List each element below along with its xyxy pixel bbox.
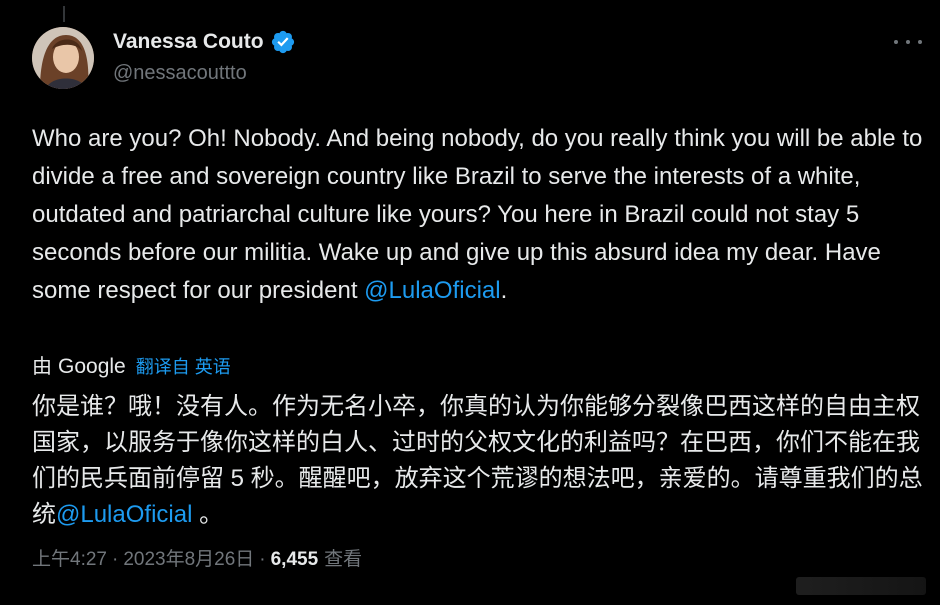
translated-text: 你是谁？哦！没有人。作为无名小卒，你真的认为你能够分裂像巴西这样的自由主权国家，… <box>32 389 927 533</box>
translated-by-label: 由 <box>32 356 52 378</box>
google-logo-text: Google <box>58 355 126 378</box>
author-handle[interactable]: @nessacouttto <box>113 62 296 85</box>
author-display-name[interactable]: Vanessa Couto <box>113 30 264 54</box>
mention-link[interactable]: @LulaOficial <box>364 277 500 304</box>
translated-from-link[interactable]: 翻译自 英语 <box>136 353 231 379</box>
translated-mention-link[interactable]: @LulaOficial <box>56 501 192 528</box>
meta-separator: · <box>111 549 119 570</box>
more-dot <box>918 40 922 44</box>
tweet-text: Who are you? Oh! Nobody. And being nobod… <box>32 120 927 310</box>
tweet-date[interactable]: 2023年8月26日 <box>123 544 254 571</box>
thread-connector-line <box>63 6 65 22</box>
tweet-time[interactable]: 上午4:27 <box>32 544 107 571</box>
tweet-body-end: . <box>500 277 508 304</box>
translation-attribution: 由 Google 翻译自 英语 <box>32 350 231 379</box>
views-count[interactable]: 6,455 <box>271 549 319 571</box>
translated-body-end: 。 <box>192 501 224 528</box>
more-options-icon[interactable] <box>894 32 922 52</box>
tweet-meta: 上午4:27 · 2023年8月26日 · 6,455 查看 <box>32 544 362 571</box>
avatar[interactable] <box>32 27 94 89</box>
author-name-row: Vanessa Couto <box>113 28 296 56</box>
views-label: 查看 <box>324 549 363 570</box>
author-info: Vanessa Couto @nessacouttto <box>113 28 296 85</box>
more-dot <box>906 40 910 44</box>
meta-separator: · <box>259 549 266 570</box>
watermark <box>796 577 926 595</box>
more-dot <box>894 40 898 44</box>
verified-badge-icon[interactable] <box>270 29 296 55</box>
